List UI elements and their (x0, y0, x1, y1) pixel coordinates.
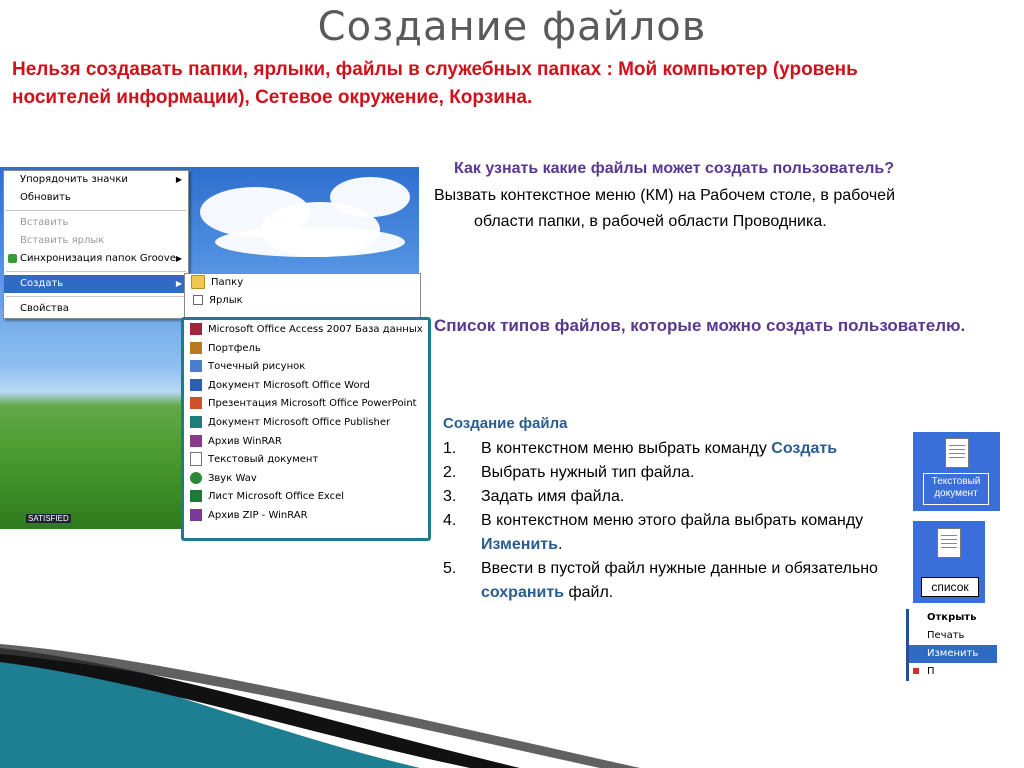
chevron-right-icon: ▶ (175, 279, 182, 288)
file-name-edit[interactable]: список (921, 577, 979, 597)
text-file-icon (945, 438, 969, 468)
file-type-item[interactable]: Документ Microsoft Office Word (186, 377, 418, 396)
step-item: 3. Задать имя файла. (443, 488, 625, 505)
shortcut-icon (193, 295, 203, 305)
text-file-icon (937, 528, 961, 558)
question-heading: Как узнать какие файлы может создать пол… (454, 160, 895, 177)
menu-item-arrange-icons[interactable]: Упорядочить значки ▶ (4, 171, 188, 189)
zip-icon (190, 508, 202, 521)
file-type-item[interactable]: Точечный рисунок (186, 358, 418, 377)
answer-line: области папки, в рабочей области Проводн… (474, 213, 827, 230)
question-answer: Вызвать контекстное меню (КМ) на Рабочем… (434, 183, 1014, 235)
logo: SATISFIED (26, 514, 71, 523)
menu-item-properties[interactable]: Свойства (4, 300, 188, 318)
word-icon (190, 378, 202, 391)
winrar-icon (190, 434, 202, 447)
menu-separator (6, 271, 186, 272)
menu-item-open[interactable]: Открыть (909, 609, 997, 627)
step-item: 4. В контекстном меню этого файла выбрать… (443, 512, 864, 553)
wav-icon (190, 471, 202, 484)
file-type-item[interactable]: Microsoft Office Access 2007 База данных (186, 321, 423, 340)
file-type-item[interactable]: Презентация Microsoft Office PowerPoint (186, 395, 418, 414)
file-type-item[interactable]: Архив WinRAR (186, 433, 418, 452)
publisher-icon (190, 415, 202, 428)
steps-list: 1. В контекстном меню выбрать команду Соз… (443, 437, 913, 605)
groove-icon (8, 253, 17, 263)
file-type-item[interactable]: Текстовый документ (186, 451, 418, 470)
file-name-label[interactable]: Текстовый документ (923, 473, 989, 505)
slide-title: Создание файлов (317, 4, 707, 50)
file-type-item[interactable]: Звук Wav (186, 470, 418, 489)
renamed-file-thumbnail: список (913, 521, 985, 603)
access-icon (190, 323, 202, 335)
answer-line: Вызвать контекстное меню (КМ) на Рабочем… (434, 187, 896, 204)
new-file-thumbnail: Текстовый документ (913, 432, 1000, 511)
menu-separator (6, 296, 186, 297)
excel-icon (190, 490, 202, 503)
menu-item-refresh[interactable]: Обновить (4, 189, 188, 207)
briefcase-icon (190, 341, 202, 354)
chevron-right-icon: ▶ (175, 175, 182, 184)
menu-separator (6, 210, 186, 211)
bitmap-icon (190, 360, 202, 373)
step-item: 1. В контекстном меню выбрать команду Соз… (443, 440, 838, 457)
desktop-context-menu: Упорядочить значки ▶ Обновить Вставить Вс… (3, 170, 189, 319)
powerpoint-icon (190, 397, 202, 410)
warning-text: Нельзя создавать папки, ярлыки, файлы в … (12, 59, 858, 108)
folder-icon (191, 275, 205, 289)
file-type-item[interactable]: Документ Microsoft Office Publisher (186, 414, 418, 433)
menu-item-groove-sync[interactable]: Синхронизация папок Groove ▶ (4, 250, 188, 268)
file-types-list: Microsoft Office Access 2007 База данных… (186, 321, 423, 526)
menu-item-paste: Вставить (20, 217, 69, 228)
steps-heading: Создание файла (443, 415, 568, 432)
step-item: 5. Ввести в пустой файл нужные данные и о… (443, 560, 878, 601)
file-type-item[interactable]: Архив ZIP - WinRAR (186, 507, 418, 526)
menu-item-create[interactable]: Создать ▶ (4, 275, 188, 293)
submenu-item-folder[interactable]: Папку (185, 274, 420, 292)
file-type-item[interactable]: Портфель (186, 340, 418, 359)
text-doc-icon (190, 452, 202, 467)
decorative-swoosh (0, 644, 640, 768)
submenu-item-shortcut[interactable]: Ярлык (185, 292, 420, 310)
menu-item-paste-shortcut: Вставить ярлык (20, 235, 105, 246)
file-type-item[interactable]: Лист Microsoft Office Excel (186, 488, 418, 507)
create-submenu: Папку Ярлык (184, 273, 421, 318)
step-item: 2. Выбрать нужный тип файла. (443, 464, 695, 481)
file-types-heading: Список типов файлов, которые можно созда… (434, 316, 966, 335)
chevron-right-icon: ▶ (175, 254, 182, 263)
